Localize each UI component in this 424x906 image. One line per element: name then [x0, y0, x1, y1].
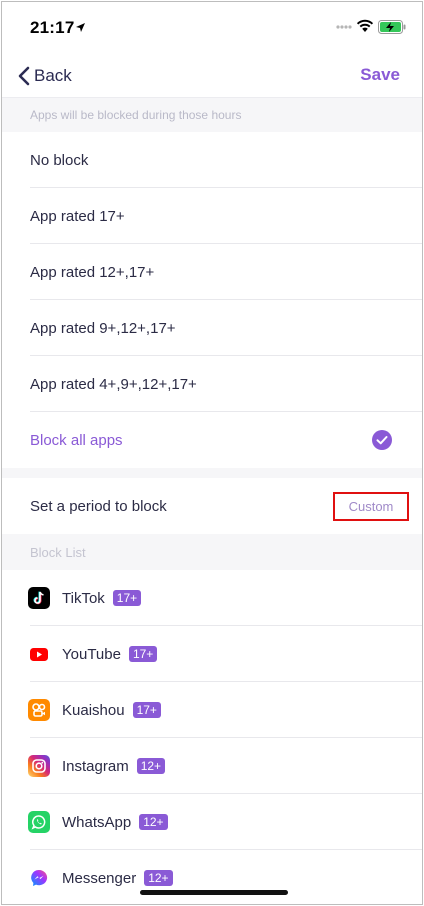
app-name: TikTok — [62, 589, 105, 607]
rating-badge: 17+ — [132, 702, 161, 718]
option-label: App rated 17+ — [30, 207, 125, 225]
youtube-icon — [28, 643, 50, 665]
list-item-messenger[interactable]: Messenger 12+ — [2, 850, 422, 904]
chevron-left-icon — [18, 66, 30, 86]
hours-section-header: Apps will be blocked during those hours — [2, 98, 422, 132]
back-label: Back — [34, 66, 72, 85]
option-rated-9-12-17[interactable]: App rated 9+,12+,17+ — [2, 300, 422, 356]
app-name: YouTube — [62, 645, 121, 663]
list-item-instagram[interactable]: Instagram 12+ — [2, 738, 422, 794]
option-no-block[interactable]: No block — [2, 132, 422, 188]
app-name: Messenger — [62, 869, 137, 887]
option-label: Block all apps — [30, 431, 123, 449]
list-item-whatsapp[interactable]: WhatsApp 12+ — [2, 794, 422, 850]
battery-charging-icon — [378, 20, 406, 34]
screen: 21:17 Back Save Apps will be blocked dur… — [1, 1, 423, 905]
list-item-youtube[interactable]: YouTube 17+ — [2, 626, 422, 682]
block-list-header: Block List — [2, 534, 422, 570]
app-name: Kuaishou — [62, 701, 125, 719]
rating-badge: 12+ — [136, 758, 166, 774]
list-item-kuaishou[interactable]: Kuaishou 17+ — [2, 682, 422, 738]
rating-badge: 12+ — [144, 870, 173, 886]
option-rated-12-17[interactable]: App rated 12+,17+ — [2, 244, 422, 300]
block-option-list: No block App rated 17+ App rated 12+,17+… — [2, 132, 422, 468]
navigation-bar: Back Save — [2, 54, 422, 98]
checkmark-circle-icon — [372, 430, 392, 450]
status-time: 21:17 — [30, 18, 75, 37]
option-label: No block — [30, 151, 89, 169]
list-item-tiktok[interactable]: TikTok 17+ — [2, 570, 422, 626]
instagram-icon — [28, 755, 50, 777]
option-rated-4-9-12-17[interactable]: App rated 4+,9+,12+,17+ — [2, 356, 422, 412]
app-name: Instagram — [62, 757, 129, 775]
wifi-icon — [356, 19, 374, 32]
status-bar: 21:17 — [2, 2, 422, 54]
section-gap — [2, 468, 422, 478]
location-arrow-icon — [76, 23, 85, 32]
kuaishou-icon — [28, 699, 50, 721]
settings-content: Apps will be blocked during those hours … — [2, 98, 422, 904]
tiktok-icon — [28, 587, 50, 609]
option-label: App rated 12+,17+ — [30, 263, 155, 281]
rating-badge: 17+ — [128, 646, 158, 662]
rating-badge: 12+ — [139, 814, 168, 830]
custom-period-value: Custom — [348, 499, 394, 514]
back-button[interactable]: Back — [18, 62, 72, 90]
period-label: Set a period to block — [30, 497, 167, 515]
messenger-icon — [28, 867, 50, 889]
period-row[interactable]: Set a period to block Custom — [2, 478, 422, 534]
home-indicator[interactable] — [140, 890, 288, 895]
option-rated-17[interactable]: App rated 17+ — [2, 188, 422, 244]
option-block-all-apps[interactable]: Block all apps — [2, 412, 422, 468]
signal-icon — [336, 25, 352, 29]
app-name: WhatsApp — [62, 813, 132, 831]
save-button[interactable]: Save — [360, 65, 400, 85]
option-label: App rated 9+,12+,17+ — [30, 319, 176, 337]
whatsapp-icon — [28, 811, 50, 833]
option-label: App rated 4+,9+,12+,17+ — [30, 375, 197, 393]
custom-period-button[interactable]: Custom — [333, 492, 409, 521]
rating-badge: 17+ — [112, 590, 142, 606]
block-list: TikTok 17+ YouTube 17+ Kuaishou 17+ Inst… — [2, 570, 422, 904]
